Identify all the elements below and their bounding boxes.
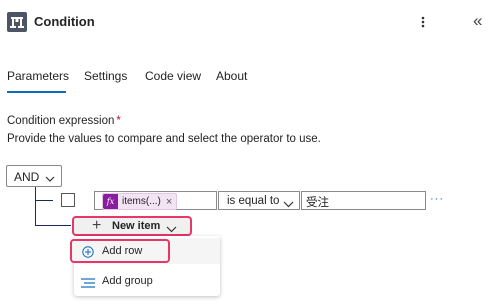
operator-dropdown[interactable]: is equal to bbox=[218, 191, 300, 210]
plus-icon: + bbox=[92, 217, 102, 234]
new-item-button[interactable]: + New item bbox=[72, 216, 192, 236]
tab-code-view[interactable]: Code view bbox=[145, 69, 201, 83]
right-operand-value: 受注 bbox=[306, 195, 329, 209]
expression-token-label: items(...) bbox=[122, 196, 161, 207]
add-row-label[interactable]: Add row bbox=[102, 245, 142, 257]
chevron-down-icon bbox=[283, 196, 294, 214]
collapse-double-chevron-icon[interactable]: « bbox=[473, 11, 482, 31]
fx-icon: fx bbox=[103, 194, 118, 209]
panel-title: Condition bbox=[34, 14, 95, 29]
new-item-label: New item bbox=[112, 220, 161, 232]
more-vertical-icon[interactable] bbox=[417, 12, 429, 32]
tab-parameters[interactable]: Parameters bbox=[7, 69, 69, 83]
expression-token[interactable]: fx items(...) × bbox=[102, 193, 178, 210]
tree-line bbox=[35, 187, 36, 225]
tab-about[interactable]: About bbox=[216, 69, 247, 83]
row-more-options-icon[interactable]: ··· bbox=[430, 193, 444, 205]
row-select-checkbox[interactable] bbox=[61, 193, 75, 207]
right-operand-field[interactable]: 受注 bbox=[301, 191, 426, 210]
condition-expression-label-text: Condition expression bbox=[7, 115, 115, 127]
condition-icon bbox=[7, 12, 27, 32]
condition-expression-label: Condition expression * bbox=[7, 115, 121, 127]
required-mark: * bbox=[116, 115, 121, 127]
group-operator-dropdown[interactable]: AND bbox=[6, 165, 62, 187]
tab-settings[interactable]: Settings bbox=[84, 69, 127, 83]
active-tab-indicator bbox=[7, 91, 66, 93]
chevron-down-icon bbox=[45, 171, 55, 189]
left-operand-field[interactable]: fx items(...) × bbox=[94, 191, 217, 210]
group-operator-value: AND bbox=[14, 170, 40, 184]
help-text: Provide the values to compare and select… bbox=[7, 133, 321, 145]
operator-value: is equal to bbox=[227, 195, 280, 207]
add-group-icon bbox=[81, 275, 95, 288]
tree-line bbox=[35, 200, 53, 201]
add-group-label[interactable]: Add group bbox=[102, 275, 153, 287]
tree-line bbox=[35, 225, 71, 226]
add-circle-icon bbox=[82, 245, 94, 258]
remove-token-icon[interactable]: × bbox=[166, 196, 172, 208]
